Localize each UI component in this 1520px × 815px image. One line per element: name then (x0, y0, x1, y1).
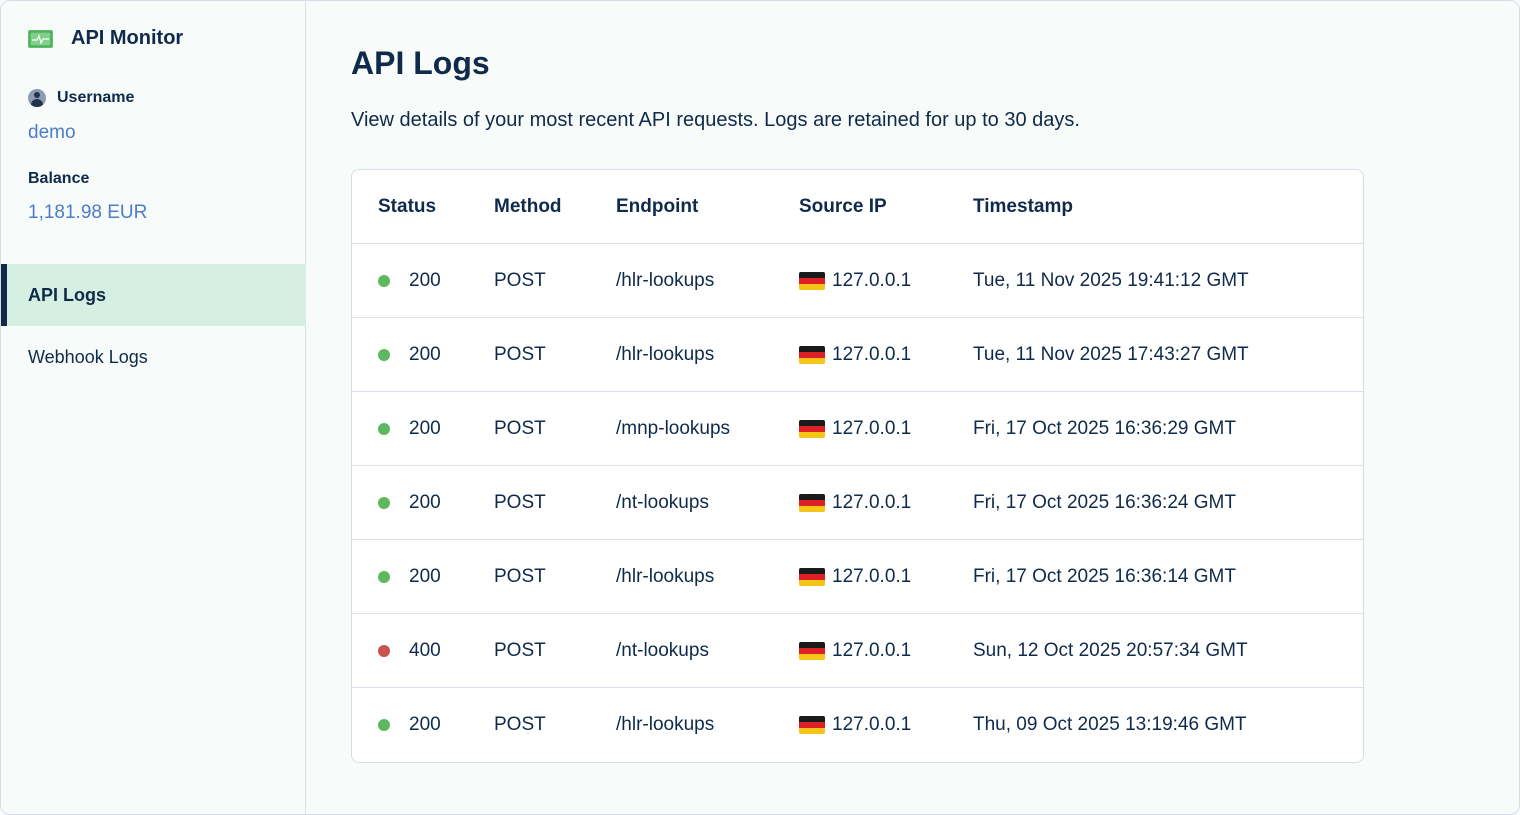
germany-flag-icon (799, 716, 825, 734)
username-label: Username (57, 89, 135, 106)
status-dot-icon (378, 570, 390, 583)
source-ip-cell: 127.0.0.1 (799, 566, 973, 588)
timestamp-cell: Fri, 17 Oct 2025 16:36:14 GMT (973, 565, 1236, 587)
monitor-pulse-icon (28, 29, 53, 48)
page-description: View details of your most recent API req… (351, 109, 1080, 131)
source-ip-cell: 127.0.0.1 (799, 270, 973, 292)
status-code: 200 (409, 491, 441, 513)
column-header-endpoint[interactable]: Endpoint (616, 196, 799, 218)
status-dot-icon (378, 719, 390, 731)
table-row[interactable]: 400 POST /nt-lookups 127.0.0.1 Sun, 12 O… (352, 614, 1363, 688)
status-code: 200 (409, 269, 441, 291)
column-header-method[interactable]: Method (494, 196, 616, 218)
balance-value: 1,181.98 EUR (28, 202, 148, 223)
table-header: Status Method Endpoint Source IP Timesta… (352, 170, 1363, 244)
source-ip-cell: 127.0.0.1 (799, 714, 973, 736)
timestamp-cell: Tue, 11 Nov 2025 19:41:12 GMT (973, 269, 1249, 291)
table-body: 200 POST /hlr-lookups 127.0.0.1 Tue, 11 … (352, 244, 1363, 762)
sidebar-item-label: API Logs (28, 284, 107, 305)
status-code: 200 (409, 714, 441, 735)
column-header-status[interactable]: Status (352, 196, 494, 218)
brand[interactable]: API Monitor (28, 27, 183, 50)
status-dot-icon (378, 496, 390, 509)
endpoint-cell: /mnp-lookups (616, 417, 731, 439)
sidebar-item-api-logs[interactable]: API Logs (1, 264, 306, 326)
username-label-row: Username (28, 89, 134, 107)
ip-address: 127.0.0.1 (832, 565, 912, 587)
germany-flag-icon (799, 271, 825, 290)
method-cell: POST (494, 343, 546, 365)
sidebar-item-label: Webhook Logs (28, 346, 148, 367)
status-cell: 200 (352, 344, 494, 366)
germany-flag-icon (799, 567, 825, 586)
timestamp-cell: Fri, 17 Oct 2025 16:36:29 GMT (973, 417, 1236, 439)
api-logs-table: Status Method Endpoint Source IP Timesta… (351, 169, 1364, 763)
status-cell: 200 (352, 492, 494, 514)
method-cell: POST (494, 714, 546, 735)
method-cell: POST (494, 565, 546, 587)
table-row[interactable]: 200 POST /mnp-lookups 127.0.0.1 Fri, 17 … (352, 392, 1363, 466)
source-ip-cell: 127.0.0.1 (799, 640, 973, 662)
endpoint-cell: /hlr-lookups (616, 714, 715, 735)
sidebar: API Monitor Username demo Balance 1,181.… (1, 1, 306, 814)
endpoint-cell: /hlr-lookups (616, 343, 715, 365)
ip-address: 127.0.0.1 (832, 417, 912, 439)
status-dot-icon (378, 644, 390, 657)
page-title: API Logs (351, 45, 490, 81)
sidebar-item-webhook-logs[interactable]: Webhook Logs (1, 326, 306, 388)
source-ip-cell: 127.0.0.1 (799, 344, 973, 366)
status-code: 200 (409, 417, 441, 439)
status-cell: 200 (352, 566, 494, 588)
status-code: 200 (409, 343, 441, 365)
endpoint-cell: /hlr-lookups (616, 269, 715, 291)
germany-flag-icon (799, 641, 825, 660)
timestamp-cell: Fri, 17 Oct 2025 16:36:24 GMT (973, 491, 1236, 513)
endpoint-cell: /nt-lookups (616, 491, 709, 513)
source-ip-cell: 127.0.0.1 (799, 418, 973, 440)
endpoint-cell: /nt-lookups (616, 639, 709, 661)
column-header-timestamp[interactable]: Timestamp (973, 196, 1353, 218)
app-window: API Monitor Username demo Balance 1,181.… (0, 0, 1520, 815)
table-row[interactable]: 200 POST /nt-lookups 127.0.0.1 Fri, 17 O… (352, 466, 1363, 540)
ip-address: 127.0.0.1 (832, 714, 912, 735)
table-row[interactable]: 200 POST /hlr-lookups 127.0.0.1 Tue, 11 … (352, 318, 1363, 392)
ip-address: 127.0.0.1 (832, 269, 912, 291)
source-ip-cell: 127.0.0.1 (799, 492, 973, 514)
status-code: 200 (409, 565, 441, 587)
timestamp-cell: Thu, 09 Oct 2025 13:19:46 GMT (973, 714, 1247, 735)
ip-address: 127.0.0.1 (832, 639, 912, 661)
endpoint-cell: /hlr-lookups (616, 565, 715, 587)
germany-flag-icon (799, 345, 825, 364)
method-cell: POST (494, 491, 546, 513)
status-dot-icon (378, 274, 390, 287)
method-cell: POST (494, 639, 546, 661)
method-cell: POST (494, 269, 546, 291)
status-cell: 200 (352, 714, 494, 736)
status-cell: 400 (352, 640, 494, 662)
status-cell: 200 (352, 418, 494, 440)
status-code: 400 (409, 639, 441, 661)
ip-address: 127.0.0.1 (832, 491, 912, 513)
timestamp-cell: Sun, 12 Oct 2025 20:57:34 GMT (973, 639, 1248, 661)
table-row[interactable]: 200 POST /hlr-lookups 127.0.0.1 Tue, 11 … (352, 244, 1363, 318)
status-dot-icon (378, 422, 390, 435)
user-icon (28, 89, 46, 107)
germany-flag-icon (799, 419, 825, 438)
username-value: demo (28, 122, 76, 143)
method-cell: POST (494, 417, 546, 439)
table-row[interactable]: 200 POST /hlr-lookups 127.0.0.1 Fri, 17 … (352, 540, 1363, 614)
column-header-source-ip[interactable]: Source IP (799, 196, 973, 218)
balance-label: Balance (28, 170, 90, 187)
germany-flag-icon (799, 493, 825, 512)
table-row[interactable]: 200 POST /hlr-lookups 127.0.0.1 Thu, 09 … (352, 688, 1363, 762)
timestamp-cell: Tue, 11 Nov 2025 17:43:27 GMT (973, 343, 1249, 365)
status-cell: 200 (352, 270, 494, 292)
status-dot-icon (378, 348, 390, 361)
brand-title: API Monitor (71, 27, 184, 49)
ip-address: 127.0.0.1 (832, 343, 912, 365)
